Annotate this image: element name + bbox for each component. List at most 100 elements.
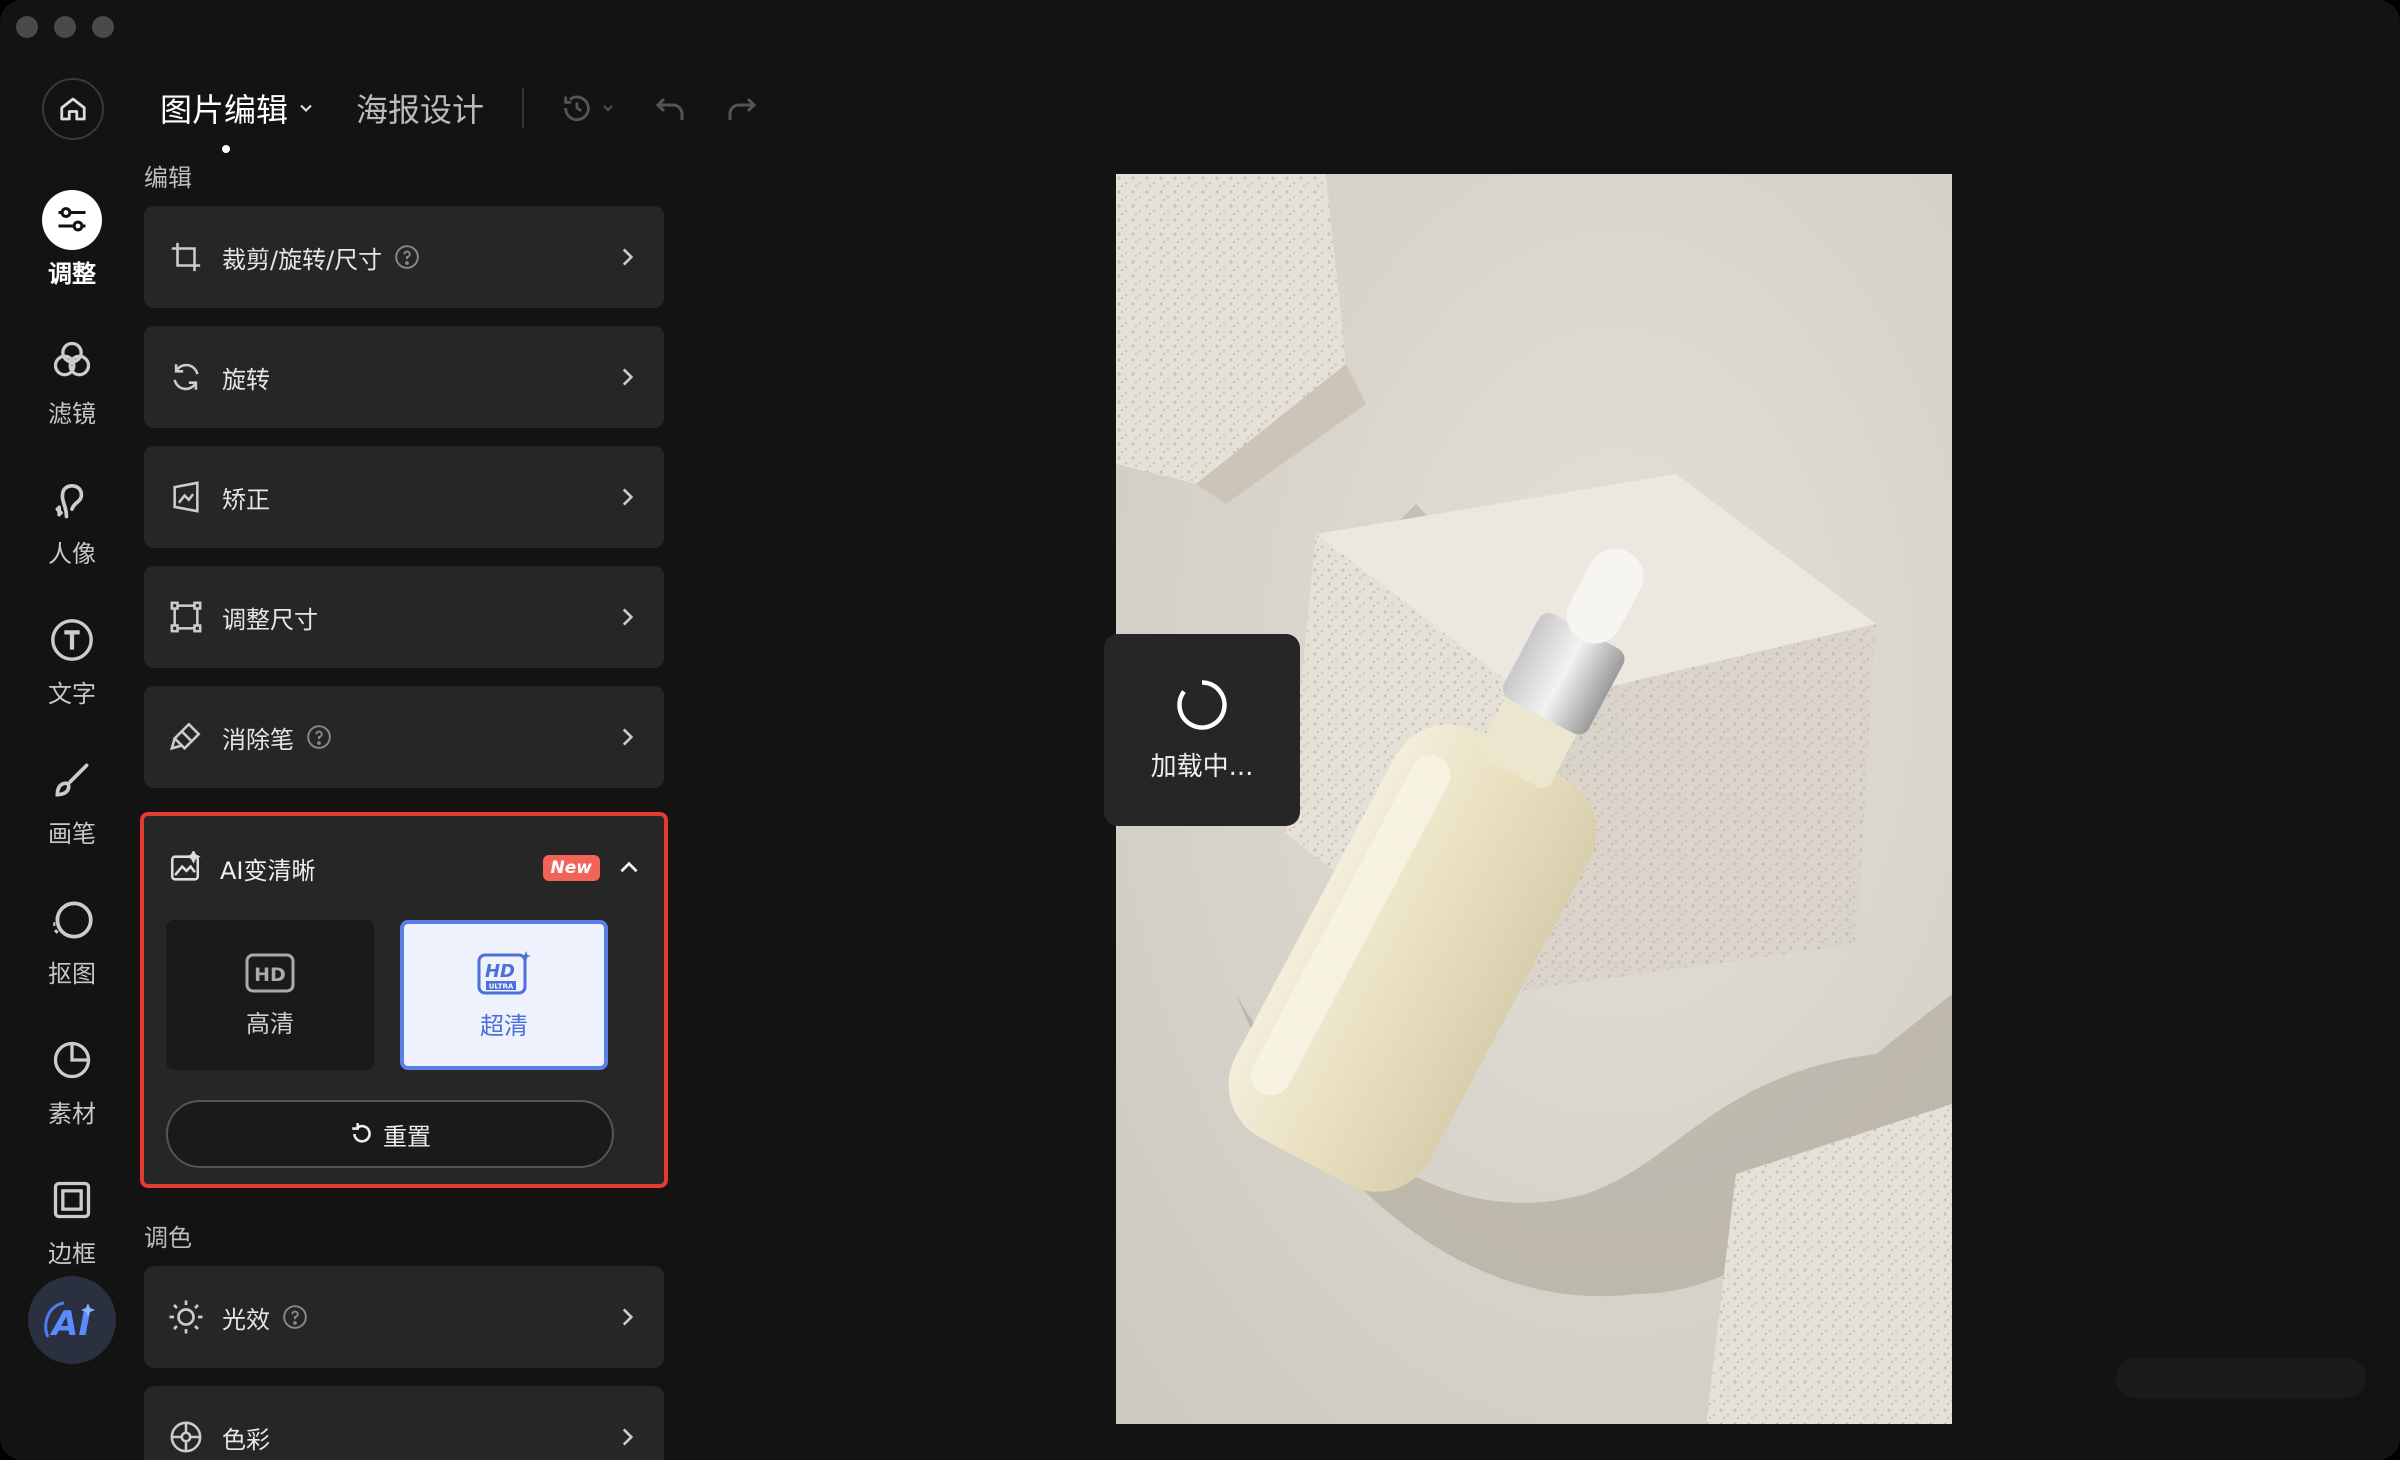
redo-icon — [728, 97, 757, 120]
rotate-icon — [173, 363, 199, 391]
row-label: 色彩 — [222, 1425, 270, 1454]
frame-icon — [53, 1181, 91, 1219]
tab-label: 图片编辑 — [160, 91, 289, 129]
window-controls — [16, 16, 114, 38]
history-icon — [564, 95, 590, 122]
section-title-color: 调色 — [144, 1224, 192, 1252]
undo-button[interactable] — [652, 90, 688, 126]
row-light[interactable]: 光效 — [144, 1266, 664, 1368]
new-badge: New — [542, 855, 600, 881]
rail-item-text[interactable]: 文字 — [0, 610, 144, 709]
cutout-icon — [53, 901, 93, 939]
redo-button[interactable] — [724, 90, 760, 126]
crop-icon — [171, 242, 201, 272]
reset-label: 重置 — [383, 1122, 431, 1151]
maximize-window-button[interactable] — [92, 16, 114, 38]
row-label: 裁剪/旋转/尺寸 — [222, 245, 383, 274]
ai-enhance-label: AI变清晰 — [220, 856, 316, 885]
rail-item-filter[interactable]: 滤镜 — [0, 330, 144, 429]
reset-icon — [352, 1123, 371, 1143]
row-label: 旋转 — [222, 365, 270, 394]
rail-label: 素材 — [48, 1100, 96, 1128]
home-button[interactable] — [42, 78, 104, 140]
rail-item-adjust[interactable]: 调整 — [0, 190, 144, 289]
ultra-hd-icon-text: HD — [485, 961, 515, 982]
help-button[interactable] — [306, 724, 332, 750]
help-button[interactable] — [394, 244, 420, 270]
reset-button[interactable]: 重置 — [166, 1100, 614, 1168]
chevron-right-icon — [622, 1308, 634, 1326]
ultra-hd-icon: HD ULTRA — [477, 950, 531, 994]
option-hd[interactable]: HD 高清 — [166, 920, 374, 1070]
option-ultra-hd[interactable]: HD ULTRA 超清 — [400, 920, 608, 1070]
option-label: 超清 — [480, 1011, 528, 1040]
hd-icon: HD — [245, 953, 295, 992]
rail-label: 文字 — [48, 680, 96, 708]
chevron-down-icon — [300, 104, 312, 112]
rail-label: 边框 — [48, 1240, 96, 1268]
chevron-up-icon[interactable] — [616, 855, 642, 881]
row-eraser[interactable]: 消除笔 — [144, 686, 664, 788]
text-icon — [51, 619, 93, 661]
loading-text: 加载中... — [1150, 751, 1254, 782]
hd-icon-text: HD — [254, 964, 286, 986]
app-window: 调整 滤镜 人像 文字 画笔 抠图 素材 边框 AI 图片编辑 海报设计 编辑 … — [0, 0, 2400, 1460]
row-label: 消除笔 — [222, 725, 294, 754]
chevron-right-icon — [622, 728, 634, 746]
loading-spinner-icon — [1177, 679, 1227, 730]
brush-icon — [55, 763, 89, 797]
help-icon — [283, 1305, 307, 1329]
rail-item-brush[interactable]: 画笔 — [0, 750, 144, 849]
section-title-edit: 编辑 — [144, 164, 192, 192]
minimize-window-button[interactable] — [54, 16, 76, 38]
row-label: 矫正 — [222, 485, 270, 514]
row-rotate[interactable]: 旋转 — [144, 326, 664, 428]
filter-circles-icon — [53, 341, 91, 377]
chevron-right-icon — [622, 248, 634, 266]
light-icon — [169, 1300, 203, 1334]
rail-item-portrait[interactable]: 人像 — [0, 470, 144, 569]
row-perspective[interactable]: 矫正 — [144, 446, 664, 548]
history-button[interactable] — [560, 91, 616, 125]
rail-item-sticker[interactable]: 素材 — [0, 1030, 144, 1129]
ultra-hd-icon-subtext: ULTRA — [489, 982, 514, 990]
ai-enhance-icon — [170, 851, 201, 881]
help-icon — [395, 245, 419, 269]
sliders-icon — [58, 207, 86, 232]
ai-assistant-button[interactable]: AI — [28, 1276, 116, 1364]
tab-image-edit[interactable]: 图片编辑 — [160, 85, 316, 153]
ai-enhance-card: AI变清晰 New HD 高清 HD ULTRA 超清 重置 — [140, 812, 668, 1188]
zoom-control[interactable] — [2116, 1358, 2366, 1398]
rail-item-frame[interactable]: 边框 — [0, 1170, 144, 1269]
top-bar: 图片编辑 海报设计 — [160, 80, 796, 153]
portrait-icon — [55, 483, 84, 519]
rail-label: 调整 — [48, 260, 96, 288]
ai-enhance-header[interactable]: AI变清晰 New — [168, 840, 642, 896]
perspective-icon — [173, 481, 199, 513]
row-color[interactable]: 色彩 — [144, 1386, 664, 1460]
home-icon — [60, 97, 86, 121]
rail-label: 滤镜 — [48, 400, 96, 428]
close-window-button[interactable] — [16, 16, 38, 38]
row-label: 光效 — [222, 1305, 270, 1334]
loading-toast: 加载中... — [1104, 634, 1300, 826]
row-crop-rotate-size[interactable]: 裁剪/旋转/尺寸 — [144, 206, 664, 308]
row-label: 调整尺寸 — [222, 605, 318, 634]
adjust-panel: 编辑 裁剪/旋转/尺寸 旋转 矫正 调整尺寸 消除笔 AI变清晰 New HD … — [140, 150, 668, 1460]
toolbar-divider — [522, 88, 525, 128]
rail-item-cutout[interactable]: 抠图 — [0, 890, 144, 989]
color-wheel-icon — [170, 1421, 202, 1453]
chevron-right-icon — [622, 608, 634, 626]
option-label: 高清 — [246, 1009, 294, 1038]
chevron-down-icon — [603, 105, 613, 112]
chevron-right-icon — [622, 368, 634, 386]
rail-label: 画笔 — [48, 820, 96, 848]
row-resize[interactable]: 调整尺寸 — [144, 566, 664, 668]
chevron-right-icon — [622, 1428, 634, 1446]
chevron-right-icon — [622, 488, 634, 506]
help-button[interactable] — [282, 1304, 308, 1330]
help-icon — [307, 725, 331, 749]
resize-icon — [170, 601, 202, 633]
tab-poster-design[interactable]: 海报设计 — [356, 85, 484, 131]
tool-rail: 调整 滤镜 人像 文字 画笔 抠图 素材 边框 — [0, 70, 144, 1460]
